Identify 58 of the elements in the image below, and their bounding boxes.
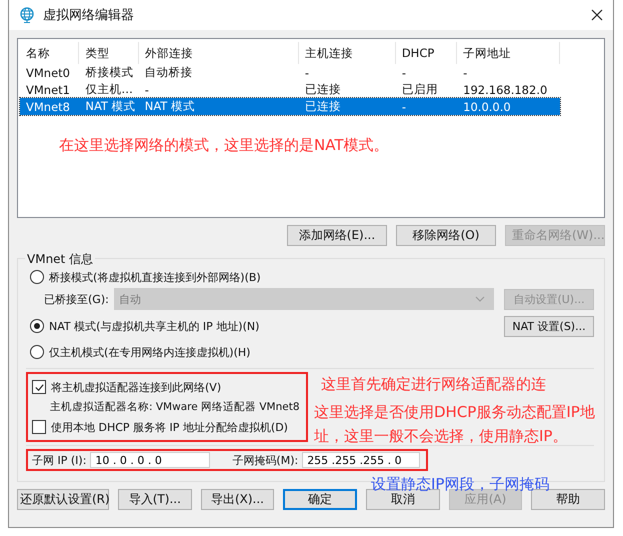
checkbox-label: 使用本地 DHCP 服务将 IP 地址分配给虚拟机(D): [51, 420, 288, 434]
mask-field[interactable]: 255 .255 .255 . 0: [302, 452, 420, 468]
table-cell-text: 10.0.0.0: [462, 100, 512, 114]
close-icon[interactable]: [591, 9, 603, 21]
field-label: 子网掩码(M):: [232, 452, 298, 468]
table-cell-text: -: [144, 82, 150, 96]
table-cell-text: VMnet0: [25, 66, 71, 80]
table-cell-text: 已连接: [304, 82, 342, 97]
table-cell-text: NAT 模式: [144, 99, 196, 114]
dialog-button[interactable]: 还原默认设置(R): [17, 489, 109, 510]
column-header[interactable]: DHCP: [396, 42, 458, 64]
column-header[interactable]: 主机连接: [298, 42, 396, 64]
checkbox[interactable]: [32, 420, 46, 434]
radio-label: NAT 模式(与虚拟机共享主机的 IP 地址)(N): [49, 318, 260, 334]
table-cell-text: NAT 模式: [84, 99, 137, 114]
annotation-text: 这里首先确定进行网络适配器的连: [321, 374, 547, 395]
radio-label: 桥接模式(将虚拟机直接连接到外部网络)(B): [49, 270, 261, 284]
column-header[interactable]: 外部连接: [138, 42, 299, 64]
table-cell-text: 已连接: [304, 99, 342, 114]
dialog-button[interactable]: 导入(T)...: [118, 489, 192, 510]
table-cell-text: 已启用: [400, 82, 439, 97]
window-title: 虚拟网络编辑器: [43, 7, 135, 24]
radio-button[interactable]: [30, 319, 44, 333]
table-cell-text: 自动桥接: [144, 65, 194, 80]
table-cell-text: -: [400, 66, 407, 80]
adapter-name: 主机虚拟适配器名称: VMware 网络适配器 VMnet8: [50, 400, 300, 414]
table-row[interactable]: VMnet1 仅主机… - 已连接 已启用 192.168.182.0: [20, 81, 560, 98]
network-button[interactable]: 添加网络(E)...: [287, 225, 387, 246]
table-cell-text: 仅主机…: [84, 82, 134, 97]
table-cell-text: 桥接模式: [84, 65, 134, 80]
table-row[interactable]: VMnet8 NAT 模式 NAT 模式 已连接 - 10.0.0.0: [20, 98, 560, 115]
table-cell-text: 192.168.182.0: [462, 82, 548, 96]
table-cell-text: VMnet8: [25, 100, 71, 114]
radio-button[interactable]: [30, 345, 44, 359]
column-header[interactable]: 名称: [20, 42, 80, 64]
radio-button[interactable]: [30, 270, 44, 284]
dialog-button[interactable]: 确定: [283, 489, 358, 510]
globe-icon: [19, 7, 35, 23]
ip-field[interactable]: 10 . 0 . 0 . 0: [90, 452, 210, 468]
dialog-button[interactable]: 导出(X)...: [200, 489, 274, 510]
radio-label: 仅主机模式(在专用网络内连接虚拟机)(H): [49, 344, 250, 360]
network-button[interactable]: 移除网络(O): [396, 225, 496, 246]
table-cell-text: -: [304, 66, 310, 80]
column-header[interactable]: 子网地址: [457, 42, 560, 64]
table-cell-text: -: [462, 66, 468, 80]
table-cell-text: VMnet1: [25, 82, 71, 96]
checkbox[interactable]: [32, 380, 46, 394]
checkbox-label: 将主机虚拟适配器连接到此网络(V): [51, 380, 222, 394]
column-header[interactable]: 类型: [79, 42, 139, 64]
annotation-text: 这里选择是否使用DHCP服务动态配置IP地址，这里一般不会选择，使用静态IP。: [314, 402, 596, 447]
field-label: 子网 IP (I):: [32, 452, 86, 468]
nat-settings-button[interactable]: NAT 设置(S)...: [504, 316, 594, 336]
table-row[interactable]: VMnet0 桥接模式 自动桥接 - - -: [20, 64, 560, 81]
table-cell-text: -: [400, 100, 407, 114]
group-title: VMnet 信息: [25, 251, 96, 268]
annotation-text: 在这里选择网络的模式，这里选择的是NAT模式。: [59, 135, 390, 156]
chevron-down-icon: [475, 296, 485, 302]
field-label: 已桥接至(G):: [44, 292, 109, 306]
